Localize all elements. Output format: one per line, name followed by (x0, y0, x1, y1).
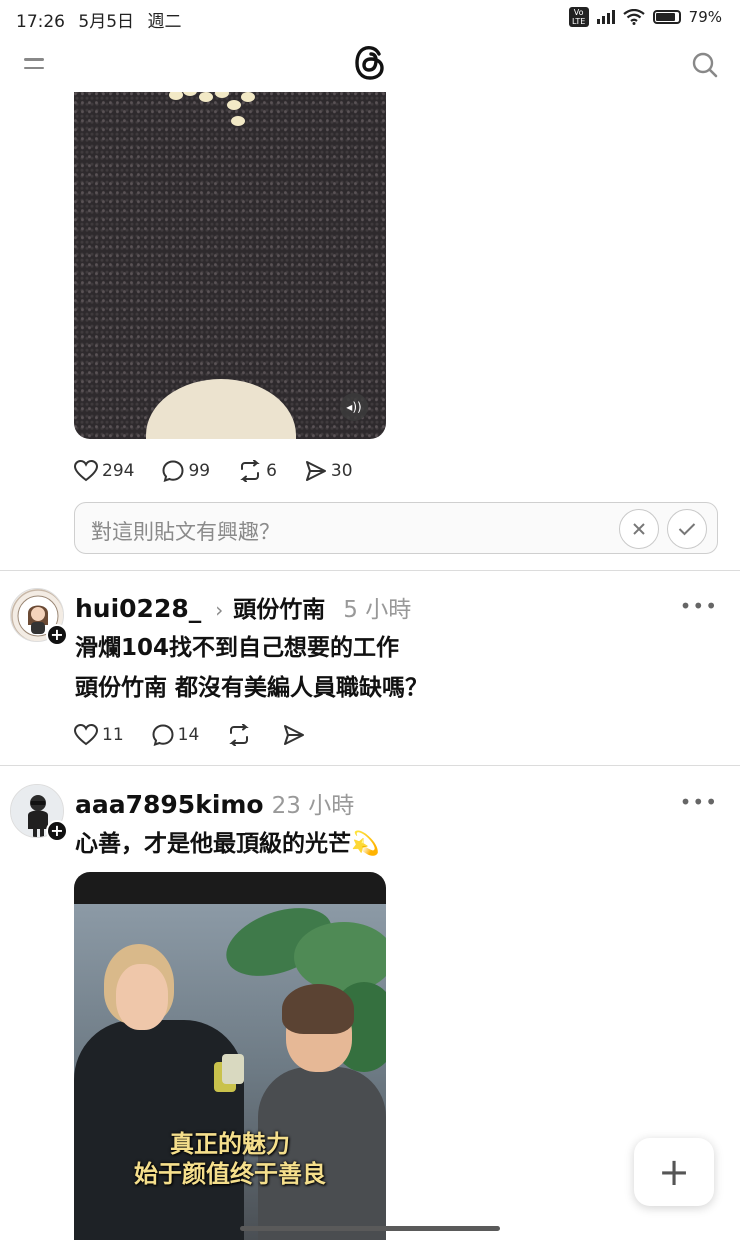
interested-button[interactable] (667, 509, 707, 549)
post2-actions: 11 14 (74, 724, 337, 746)
pillow-image (146, 379, 296, 439)
more-options-icon[interactable]: ••• (680, 594, 718, 618)
close-icon (633, 523, 645, 535)
like-count: 11 (102, 725, 124, 745)
comment-button[interactable]: 99 (162, 460, 210, 482)
repost-icon (240, 460, 260, 482)
menu-icon[interactable] (24, 58, 44, 74)
chevron-right-icon: › (215, 598, 224, 622)
status-date: 5月5日 (78, 12, 135, 32)
repost-button[interactable]: 6 (238, 460, 277, 482)
check-icon (678, 523, 696, 536)
home-indicator[interactable] (240, 1226, 500, 1231)
heart-icon (74, 724, 98, 746)
signal-icon (596, 10, 615, 24)
post3-header: aaa7895kimo 23 小時 (75, 786, 354, 820)
interest-prompt: 對這則貼文有興趣？ (74, 502, 718, 554)
status-bar: 17:26 5月5日 週二 Vo LTE 79% (0, 0, 740, 36)
battery-percent: 79% (688, 8, 722, 26)
divider (0, 570, 740, 571)
post-time: 5 小時 (343, 597, 412, 623)
repost-count: 6 (266, 461, 277, 481)
battery-icon (652, 10, 681, 24)
follow-plus-icon[interactable]: + (46, 820, 68, 842)
divider (0, 765, 740, 766)
repost-icon (229, 724, 250, 746)
flowers-image (169, 86, 259, 136)
comment-button[interactable]: 14 (152, 724, 200, 746)
share-button[interactable]: 30 (305, 460, 353, 482)
like-button[interactable]: 294 (74, 460, 134, 482)
post1-actions: 294 99 6 30 (74, 460, 381, 482)
comment-count: 99 (188, 461, 211, 481)
post3-text: 心善，才是他最頂級的光芒💫 (75, 824, 380, 864)
post-time: 23 小時 (271, 793, 355, 819)
volte-icon: Vo LTE (568, 7, 589, 27)
post2-header: hui0228_ › 頭份竹南 5 小時 (75, 590, 411, 624)
like-button[interactable]: 11 (74, 724, 124, 746)
plus-icon: + (658, 1150, 690, 1194)
dismiss-button[interactable] (619, 509, 659, 549)
send-icon (284, 725, 305, 745)
speaker-icon[interactable]: ◂)) (340, 393, 368, 421)
heart-icon (74, 460, 98, 482)
share-button[interactable] (283, 724, 309, 746)
plant-leaf (294, 922, 386, 992)
post2-line-2: 頭份竹南 都沒有美編人員職缺嗎？ (75, 675, 429, 701)
follow-plus-icon[interactable]: + (46, 624, 68, 646)
threads-logo[interactable] (352, 44, 388, 82)
post-video[interactable]: ◂)) (74, 82, 386, 439)
status-time: 17:26 (16, 12, 65, 32)
drink-can (222, 1054, 244, 1084)
top-nav (0, 36, 740, 92)
wifi-icon (622, 9, 645, 25)
new-post-button[interactable]: + (634, 1138, 714, 1206)
topic-tag[interactable]: 頭份竹南 (233, 590, 325, 624)
post2-text: 滑爛104找不到自己想要的工作 頭份竹南 都沒有美編人員職缺嗎？ (75, 628, 428, 708)
post2-line-1: 滑爛104找不到自己想要的工作 (75, 635, 400, 661)
post-video[interactable]: 真正的魅力 始于颜值终于善良 (74, 872, 386, 1240)
like-count: 294 (102, 461, 135, 481)
share-count: 30 (330, 461, 353, 481)
send-icon (305, 461, 326, 481)
interest-prompt-text: 對這則貼文有興趣？ (91, 520, 280, 544)
comment-icon (152, 724, 174, 746)
comment-icon (162, 460, 184, 482)
username[interactable]: aaa7895kimo (75, 790, 264, 819)
repost-button[interactable] (227, 724, 255, 746)
post3-text-body: 心善，才是他最頂級的光芒 (75, 831, 351, 857)
status-weekday: 週二 (147, 12, 182, 32)
search-icon[interactable] (692, 52, 718, 78)
username[interactable]: hui0228_ (75, 594, 201, 623)
video-subtitle-2: 始于颜值终于善良 (134, 1160, 326, 1188)
comment-count: 14 (177, 725, 200, 745)
more-options-icon[interactable]: ••• (680, 790, 718, 814)
sparkle-emoji: 💫 (351, 831, 380, 857)
